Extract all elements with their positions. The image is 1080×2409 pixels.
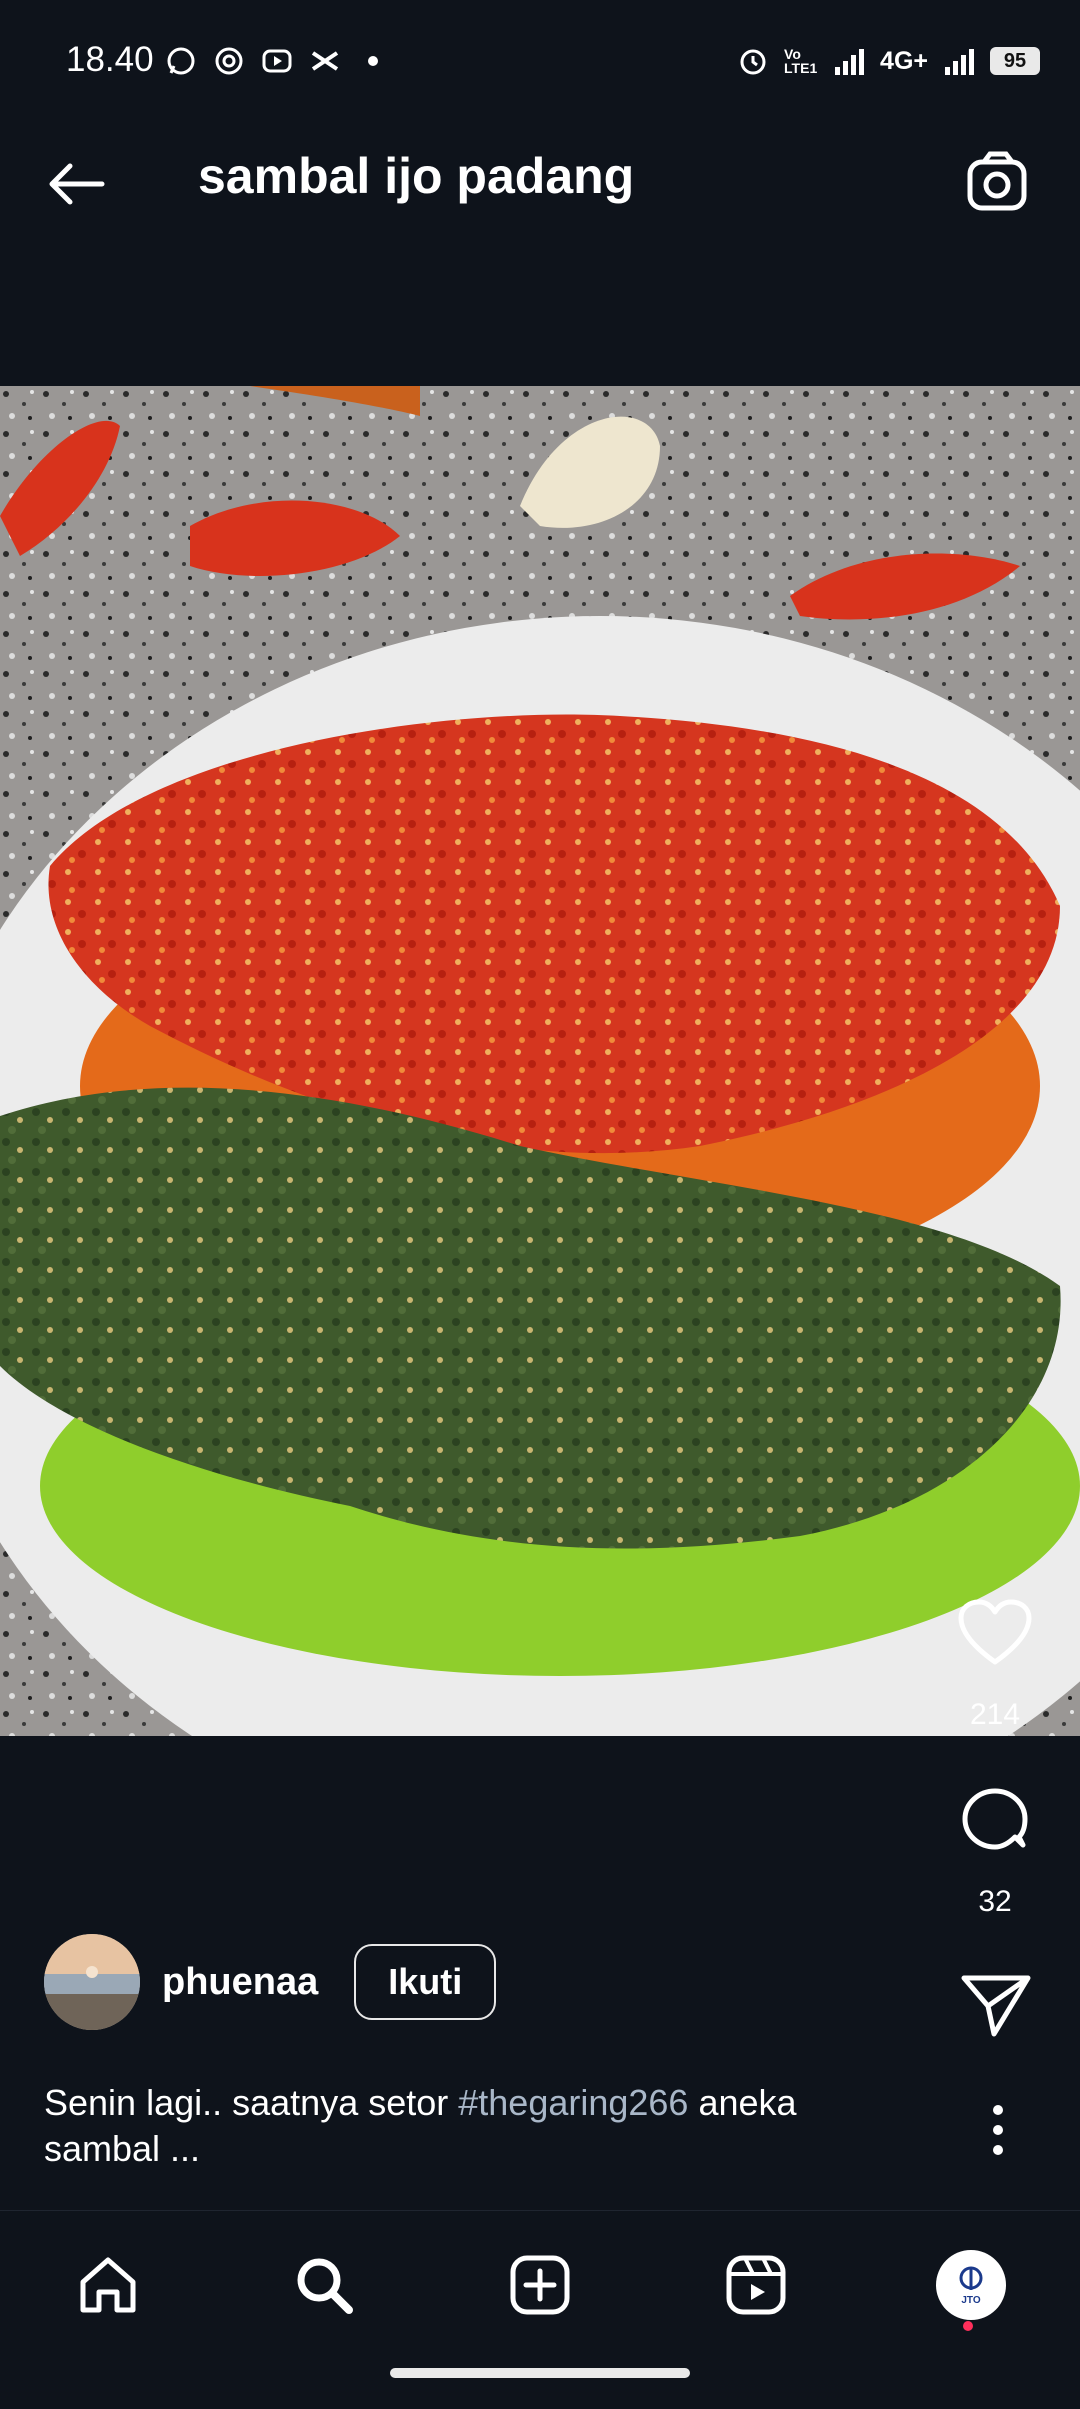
- nav-search[interactable]: [286, 2247, 362, 2323]
- camera-button[interactable]: [964, 146, 1034, 216]
- profile-label: JTO: [961, 2295, 981, 2306]
- nav-home[interactable]: [70, 2247, 146, 2323]
- search-icon: [297, 2258, 353, 2314]
- back-button[interactable]: [40, 148, 112, 220]
- instagram-icon: [212, 44, 246, 78]
- comment-icon: [962, 1788, 1028, 1850]
- capcut-icon: [308, 44, 342, 78]
- page-title: sambal ijo padang: [198, 148, 635, 204]
- status-time: 18.40: [66, 40, 154, 79]
- home-icon: [80, 2257, 136, 2313]
- comment-button[interactable]: [957, 1783, 1033, 1859]
- caption-hashtag[interactable]: #thegaring266: [458, 2082, 688, 2123]
- comment-count: 32: [978, 1885, 1012, 1918]
- username[interactable]: phuenaa: [162, 1961, 318, 2004]
- like-button[interactable]: [957, 1598, 1033, 1668]
- signal-icon-2: [942, 44, 976, 78]
- post-caption[interactable]: Senin lagi.. saatnya setor #thegaring266…: [44, 2080, 904, 2172]
- notification-dot: [963, 2321, 973, 2331]
- status-right-icons: Vo LTE1 4G+ 95: [736, 44, 1040, 78]
- signal-icon: [832, 44, 866, 78]
- home-indicator[interactable]: [390, 2368, 690, 2378]
- youtube-icon: [260, 44, 294, 78]
- avatar-image: [44, 1934, 140, 2030]
- share-button[interactable]: [960, 1972, 1032, 2038]
- volte-label: Vo LTE1: [784, 46, 818, 76]
- bottom-navigation: JTO: [0, 2210, 1080, 2409]
- nav-profile[interactable]: JTO: [933, 2247, 1009, 2323]
- post-image[interactable]: [0, 386, 1080, 1736]
- network-4g-label: 4G+: [880, 46, 928, 75]
- profile-logo-icon: [959, 2266, 983, 2290]
- reels-icon: [726, 2255, 786, 2315]
- dot-icon: [356, 44, 390, 78]
- status-bar: 18.40 Vo LTE1 4G+ 95: [0, 0, 1080, 96]
- nav-reels[interactable]: [718, 2247, 794, 2323]
- heart-icon: [958, 1599, 1032, 1665]
- author-row: phuenaa Ikuti: [44, 1934, 497, 2030]
- sambal-photo: [0, 386, 1080, 1736]
- more-options-button[interactable]: [980, 2100, 1016, 2160]
- alarm-icon: [736, 44, 770, 78]
- status-left-icons: [164, 44, 390, 78]
- more-vertical-icon: [993, 2105, 1003, 2155]
- battery-indicator: 95: [990, 47, 1040, 75]
- follow-button[interactable]: Ikuti: [354, 1944, 497, 2020]
- send-icon: [961, 1975, 1031, 2037]
- profile-avatar: JTO: [936, 2250, 1006, 2320]
- arrow-left-icon: [49, 163, 105, 205]
- camera-icon: [967, 151, 1027, 211]
- whatsapp-icon: [164, 44, 198, 78]
- nav-create[interactable]: [502, 2247, 578, 2323]
- caption-text: Senin lagi.. saatnya setor: [44, 2082, 459, 2123]
- like-count: 214: [969, 1698, 1021, 1731]
- create-post-icon: [510, 2255, 570, 2315]
- avatar[interactable]: [44, 1934, 140, 2030]
